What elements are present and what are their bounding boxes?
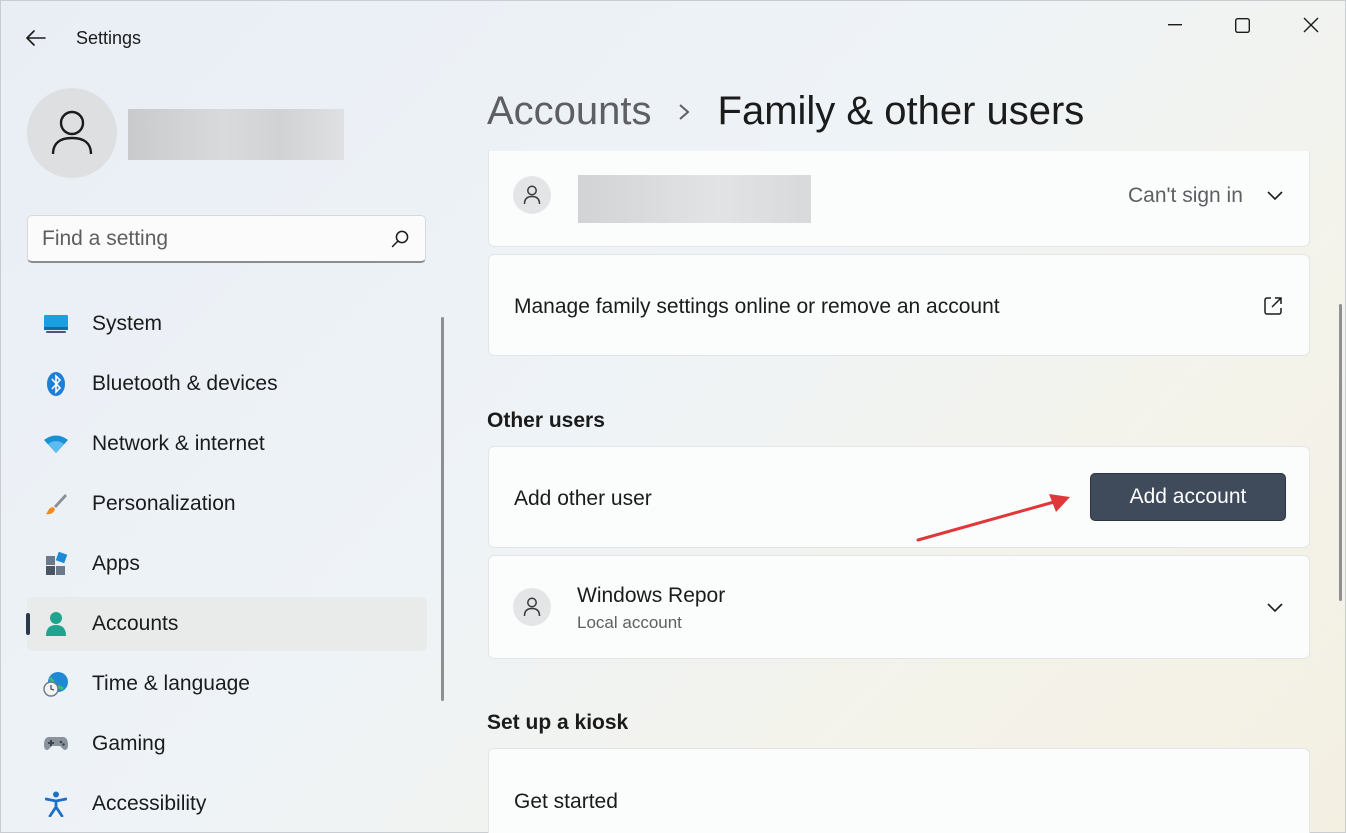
user-account-type: Local account <box>577 613 682 632</box>
kiosk-row[interactable]: Get started <box>488 748 1310 833</box>
search-input[interactable] <box>42 224 382 254</box>
chevron-down-icon[interactable] <box>1267 603 1283 613</box>
sidebar-item-time-language[interactable]: Time & language <box>27 657 427 711</box>
sidebar-item-accounts[interactable]: Accounts <box>26 597 427 651</box>
user-avatar[interactable] <box>27 88 117 178</box>
apps-icon <box>43 551 69 577</box>
sidebar-scrollbar[interactable] <box>441 317 444 701</box>
person-icon <box>51 110 93 155</box>
bluetooth-icon <box>43 371 69 397</box>
sidebar-item-label: Bluetooth & devices <box>92 372 278 395</box>
other-users-heading: Other users <box>487 409 605 432</box>
add-other-user-row: Add other user Add account <box>488 446 1310 548</box>
redacted-member-name <box>578 175 811 223</box>
maximize-button[interactable] <box>1219 7 1265 43</box>
person-icon <box>513 176 551 214</box>
breadcrumb: Accounts Family & other users <box>487 89 1084 134</box>
breadcrumb-parent[interactable]: Accounts <box>487 89 652 134</box>
manage-family-row[interactable]: Manage family settings online or remove … <box>488 254 1310 356</box>
chevron-right-icon <box>678 103 690 121</box>
sidebar-item-apps[interactable]: Apps <box>27 537 427 591</box>
minimize-icon <box>1168 24 1182 26</box>
sidebar-item-label: Time & language <box>92 672 250 695</box>
title-bar: Settings <box>1 1 1345 73</box>
chevron-down-icon[interactable] <box>1267 191 1283 201</box>
globe-clock-icon <box>43 671 69 697</box>
page-title: Family & other users <box>717 89 1085 133</box>
sidebar-item-personalization[interactable]: Personalization <box>27 477 427 531</box>
wifi-icon <box>43 431 69 457</box>
sidebar-item-network[interactable]: Network & internet <box>27 417 427 471</box>
member-status: Can't sign in <box>1128 184 1243 207</box>
search-box[interactable] <box>27 215 426 263</box>
add-other-user-label: Add other user <box>514 487 652 510</box>
gamepad-icon <box>43 731 69 757</box>
sidebar-item-label: Accessibility <box>92 792 207 815</box>
settings-window: Settings System <box>0 0 1346 833</box>
close-button[interactable] <box>1288 7 1334 43</box>
sidebar-item-bluetooth[interactable]: Bluetooth & devices <box>27 357 427 411</box>
sidebar-item-label: Apps <box>92 552 140 575</box>
family-member-row[interactable]: Can't sign in <box>488 151 1310 247</box>
user-name: Windows Repor <box>577 584 726 607</box>
sidebar-item-label: Network & internet <box>92 432 265 455</box>
person-icon <box>43 611 69 637</box>
sidebar-item-accessibility[interactable]: Accessibility <box>27 777 427 831</box>
content-scrollbar[interactable] <box>1339 304 1342 601</box>
sidebar-item-system[interactable]: System <box>27 297 427 351</box>
sidebar-item-label: Accounts <box>92 612 179 635</box>
sidebar-item-label: Gaming <box>92 732 166 755</box>
sidebar-item-gaming[interactable]: Gaming <box>27 717 427 771</box>
search-icon[interactable] <box>391 230 409 248</box>
back-button[interactable] <box>21 23 51 53</box>
redacted-user-name <box>128 109 344 160</box>
manage-family-label: Manage family settings online or remove … <box>514 295 1000 318</box>
add-account-button[interactable]: Add account <box>1090 473 1286 521</box>
selection-indicator <box>26 613 30 635</box>
monitor-icon <box>43 311 69 337</box>
back-arrow-icon <box>26 30 46 46</box>
brush-icon <box>43 491 69 517</box>
annotation-arrow <box>916 494 1070 542</box>
person-icon <box>513 588 551 626</box>
external-link-icon <box>1264 297 1282 315</box>
local-user-row[interactable]: Windows Repor Local account <box>488 555 1310 659</box>
app-title: Settings <box>76 28 142 48</box>
accessibility-icon <box>43 791 69 817</box>
minimize-button[interactable] <box>1152 7 1198 43</box>
close-icon <box>1303 17 1319 33</box>
maximize-icon <box>1234 17 1250 33</box>
sidebar-item-label: Personalization <box>92 492 236 515</box>
kiosk-heading: Set up a kiosk <box>487 711 629 734</box>
sidebar-item-label: System <box>92 312 163 335</box>
get-started-label: Get started <box>514 790 618 813</box>
